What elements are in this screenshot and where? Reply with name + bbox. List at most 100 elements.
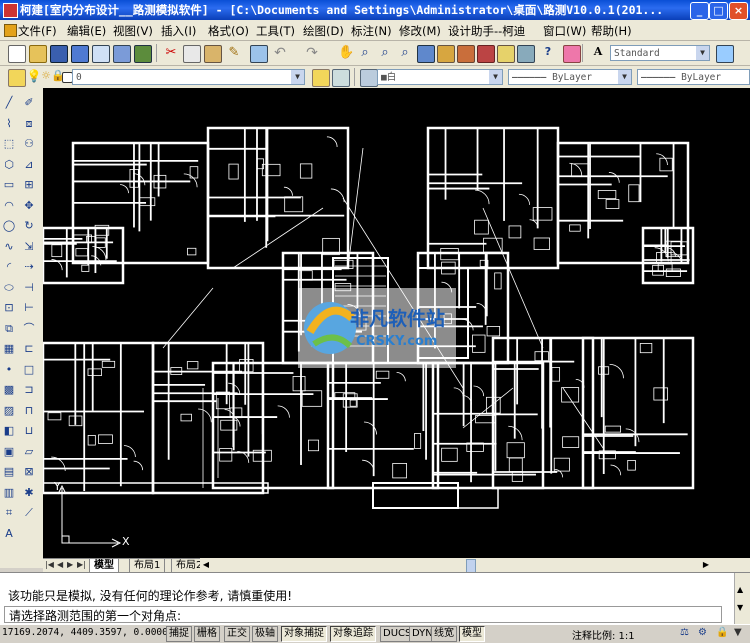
polyedit-tool-icon[interactable]: ▱: [22, 445, 36, 459]
ellipse-arc-tool-icon[interactable]: ◜: [2, 260, 16, 274]
block-editor-icon[interactable]: [250, 45, 268, 63]
toggle-lineweight[interactable]: 线宽: [431, 626, 457, 642]
minimize-button[interactable]: _: [690, 2, 709, 20]
stretch-tool-icon[interactable]: ⇢: [22, 260, 36, 274]
3d-dwf-icon[interactable]: [134, 45, 152, 63]
revcloud-tool-icon[interactable]: ▥: [2, 486, 16, 500]
chamfer-tool-icon[interactable]: ⊓: [22, 404, 36, 418]
insert-block-tool-icon[interactable]: ⊡: [2, 301, 16, 315]
gradient-tool-icon[interactable]: ▩: [2, 383, 16, 397]
toggle-snap[interactable]: 捕捉: [166, 626, 192, 642]
menu-edit[interactable]: 编辑(E): [67, 23, 106, 39]
trim-tool-icon[interactable]: ⊣: [22, 281, 36, 295]
sheet-set-icon[interactable]: [477, 45, 495, 63]
workspace-icon[interactable]: ⚙: [698, 627, 707, 638]
join-tool-icon[interactable]: ⊐: [22, 383, 36, 397]
horizontal-scrollbar[interactable]: ◀ ▶: [200, 558, 750, 573]
offset-tool-icon[interactable]: ⊿: [22, 158, 36, 172]
rotate-tool-icon[interactable]: ↻: [22, 219, 36, 233]
menu-draw[interactable]: 绘图(D): [303, 23, 344, 39]
tab-model[interactable]: 模型: [89, 559, 119, 573]
close-button[interactable]: ×: [729, 2, 748, 20]
erase-tool-icon[interactable]: ✐: [22, 96, 36, 110]
line-tool-icon[interactable]: ╱: [2, 96, 16, 110]
status-menu-icon[interactable]: ▼: [734, 627, 742, 638]
design-center-icon[interactable]: [437, 45, 455, 63]
extend-tool-icon[interactable]: ⊢: [22, 301, 36, 315]
menu-modify[interactable]: 修改(M): [399, 23, 441, 39]
lineweight-select[interactable]: —————— ByLayer: [637, 69, 750, 85]
menu-design-assistant[interactable]: 设计助手--柯迪: [448, 23, 525, 39]
wipeout-tool-icon[interactable]: ⌗: [2, 506, 16, 520]
circle-tool-icon[interactable]: ◯: [2, 219, 16, 233]
break-tool-icon[interactable]: ⊏: [22, 342, 36, 356]
plot-icon[interactable]: [71, 45, 89, 63]
tab-nav-first-icon[interactable]: |◀: [45, 560, 54, 569]
properties-icon[interactable]: [417, 45, 435, 63]
hatch-tool-icon[interactable]: ▦: [2, 342, 16, 356]
construction-line-tool-icon[interactable]: ⌇: [2, 117, 16, 131]
toggle-ortho[interactable]: 正交: [224, 626, 250, 642]
match-properties-icon[interactable]: ✎: [226, 45, 242, 61]
redo-icon[interactable]: ↷: [304, 45, 320, 61]
text-style-icon[interactable]: A: [590, 45, 606, 61]
paste-icon[interactable]: [204, 45, 222, 63]
lock-toolbar-icon[interactable]: 🔒: [716, 627, 728, 638]
explode-tool-icon[interactable]: ⊔: [22, 424, 36, 438]
explode-all-tool-icon[interactable]: ✱: [22, 486, 36, 500]
rectangle-select-tool-icon[interactable]: □: [22, 363, 36, 377]
boundary-tool-icon[interactable]: ▣: [2, 445, 16, 459]
publish-icon[interactable]: [113, 45, 131, 63]
text-tool-icon[interactable]: A: [2, 527, 16, 541]
color-select[interactable]: ■白 ▼: [377, 69, 503, 85]
layer-select[interactable]: 0 ▼: [72, 69, 305, 85]
help-icon[interactable]: ?: [540, 45, 556, 61]
spline-tool-icon[interactable]: ∿: [2, 240, 16, 254]
document-icon[interactable]: [4, 24, 17, 37]
color-control-icon[interactable]: [360, 69, 378, 87]
linetype-select[interactable]: —————— ByLayer ▼: [508, 69, 632, 85]
command-prompt-line[interactable]: 请选择路测范围的第一个对角点:: [4, 606, 722, 623]
maximize-button[interactable]: □: [709, 2, 728, 20]
tab-nav-last-icon[interactable]: ▶|: [77, 560, 86, 569]
point-tool-icon[interactable]: •: [2, 363, 16, 377]
scroll-down-icon[interactable]: ▼: [737, 603, 743, 612]
preview-icon[interactable]: [92, 45, 110, 63]
menu-help[interactable]: 帮助(H): [591, 23, 632, 39]
menu-file[interactable]: 文件(F): [18, 23, 57, 39]
tab-layout1[interactable]: 布局1: [129, 559, 166, 573]
array-rect-tool-icon[interactable]: ⊠: [22, 465, 36, 479]
tool-palettes-icon[interactable]: [457, 45, 475, 63]
undo-icon[interactable]: ↶: [272, 45, 288, 61]
array-tool-icon[interactable]: ⊞: [22, 178, 36, 192]
toggle-polar[interactable]: 极轴: [252, 626, 278, 642]
menu-view[interactable]: 视图(V): [113, 23, 153, 39]
zoom-previous-icon[interactable]: ⌕: [397, 45, 413, 61]
move-tool-icon[interactable]: ✥: [22, 199, 36, 213]
lengthen-tool-icon[interactable]: ⟋: [22, 506, 36, 520]
menu-insert[interactable]: 插入(I): [161, 23, 196, 39]
copy-tool-icon[interactable]: ⧈: [22, 117, 36, 131]
fillet-tool-icon[interactable]: ⌒: [22, 322, 36, 336]
tab-nav-prev-icon[interactable]: ◀: [57, 560, 63, 569]
command-window[interactable]: 该功能只是模拟, 没有任何的理论作参考, 请慎重使用! 请选择路测范围的第一个对…: [0, 572, 750, 625]
quickcalc-icon[interactable]: [517, 45, 535, 63]
toggle-osnap[interactable]: 对象捕捉: [281, 626, 327, 642]
toggle-model[interactable]: 模型: [459, 626, 485, 642]
rectangle-tool-icon[interactable]: ▭: [2, 178, 16, 192]
open-icon[interactable]: [29, 45, 47, 63]
copy-icon[interactable]: [183, 45, 201, 63]
scroll-left-icon[interactable]: ◀: [200, 559, 212, 571]
menu-dimension[interactable]: 标注(N): [351, 23, 392, 39]
multiline-tool-icon[interactable]: ▤: [2, 465, 16, 479]
extra-icon[interactable]: [563, 45, 581, 63]
pan-icon[interactable]: ✋: [338, 45, 354, 61]
annotation-scale[interactable]: 注释比例: 1:1: [572, 627, 635, 642]
text-style-select[interactable]: Standard ▼: [610, 45, 710, 61]
menu-format[interactable]: 格式(O): [208, 23, 249, 39]
layer-manager-icon[interactable]: [8, 69, 26, 87]
scale-tool-icon[interactable]: ⇲: [22, 240, 36, 254]
make-current-icon[interactable]: [312, 69, 330, 87]
region-tool-icon[interactable]: ▨: [2, 404, 16, 418]
command-scrollbar[interactable]: ▲ ▼: [734, 573, 750, 625]
